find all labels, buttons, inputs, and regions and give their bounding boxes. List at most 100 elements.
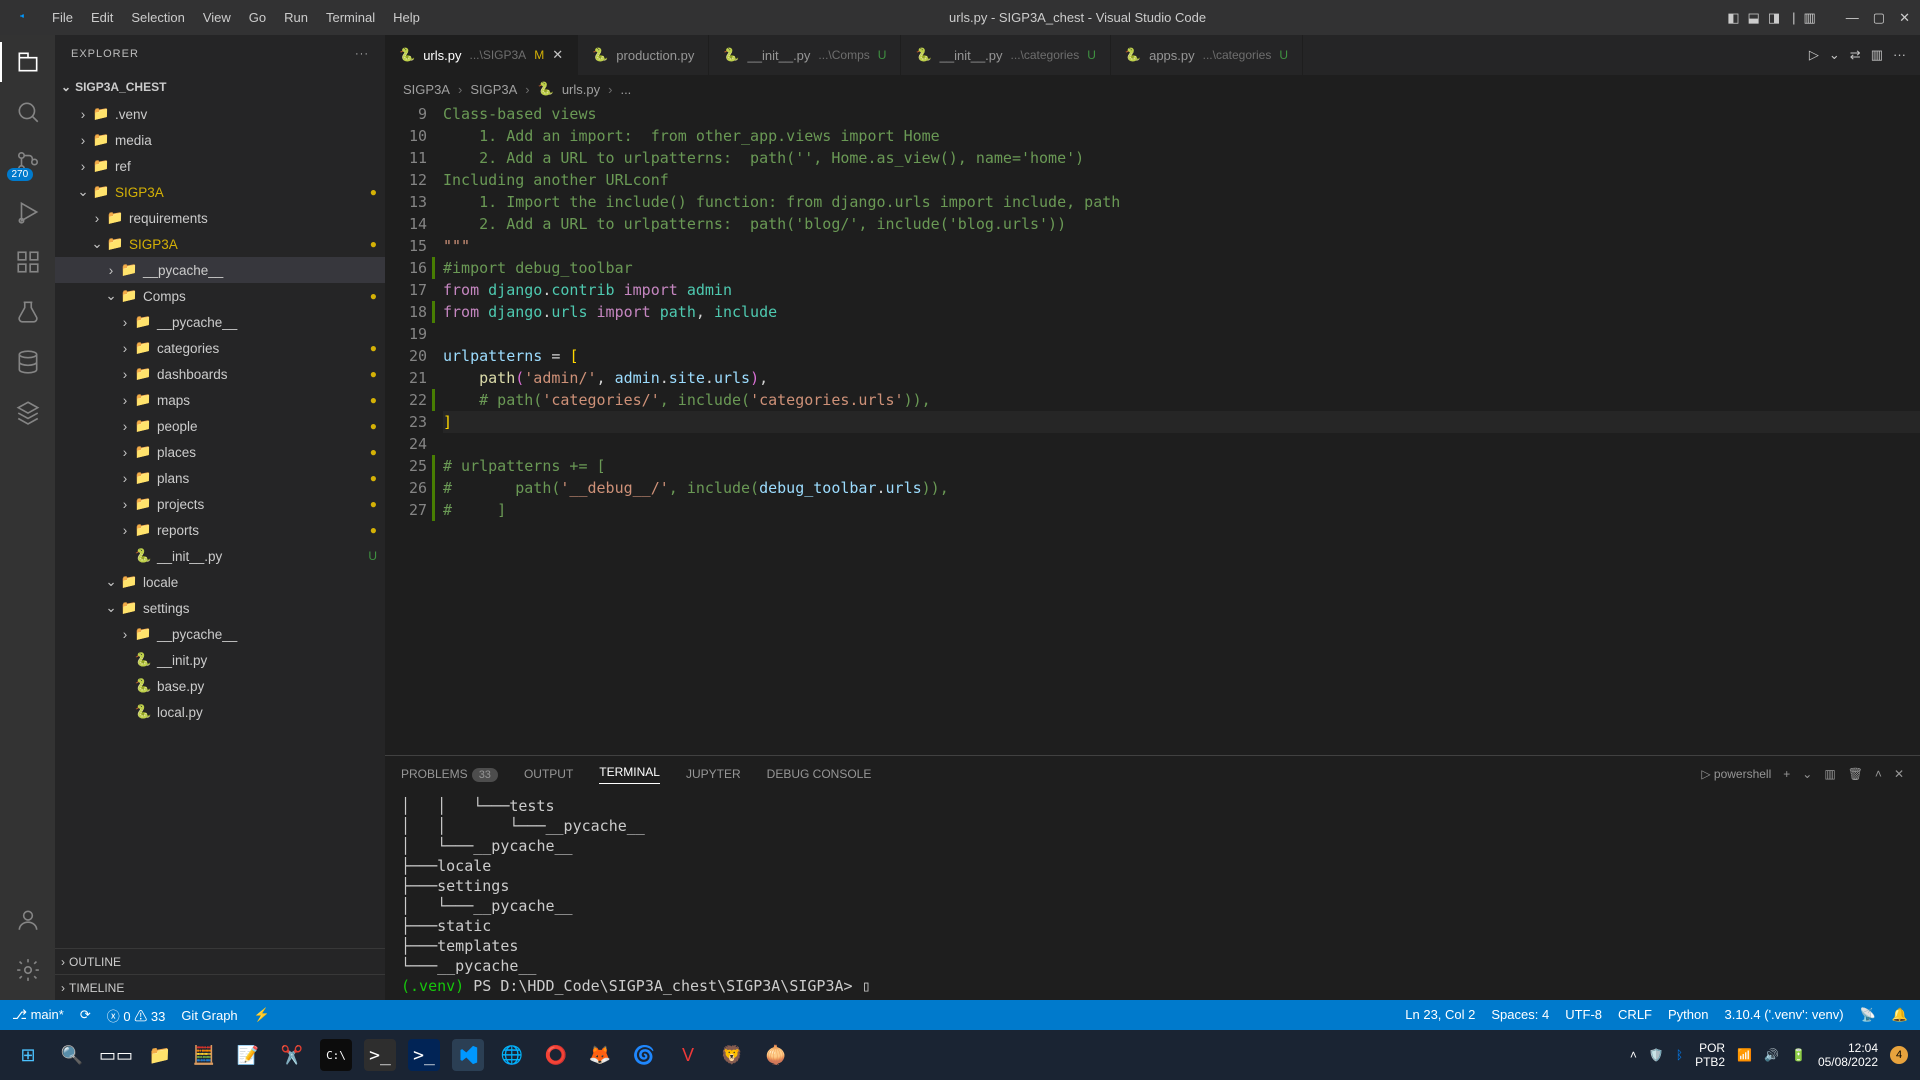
tree-item[interactable]: ›📁__pycache__	[55, 257, 385, 283]
start-button[interactable]: ⊞	[12, 1039, 44, 1071]
tab-close-icon[interactable]: ✕	[552, 47, 563, 63]
menu-go[interactable]: Go	[241, 6, 274, 29]
terminal-shell-label[interactable]: ▷ powershell	[1701, 767, 1771, 781]
snipping-icon[interactable]: ✂️	[276, 1039, 308, 1071]
project-header[interactable]: ⌄SIGP3A_CHEST	[55, 73, 385, 101]
edge-icon[interactable]: 🌀	[628, 1039, 660, 1071]
taskbar-search-icon[interactable]: 🔍	[56, 1039, 88, 1071]
tray-chevron-icon[interactable]: ˄	[1630, 1048, 1637, 1062]
tree-item[interactable]: ⌄📁locale	[55, 569, 385, 595]
tree-item[interactable]: 🐍base.py	[55, 673, 385, 699]
panel-close-icon[interactable]: ✕	[1894, 767, 1904, 781]
menu-run[interactable]: Run	[276, 6, 316, 29]
tray-volume-icon[interactable]: 🔊	[1764, 1048, 1779, 1062]
layout-sidebar-left-icon[interactable]: ◧	[1727, 10, 1739, 26]
panel-tab-debug[interactable]: DEBUG CONSOLE	[767, 767, 872, 781]
tree-item[interactable]: ›📁__pycache__	[55, 621, 385, 647]
vivaldi-icon[interactable]: V	[672, 1039, 704, 1071]
status-lang[interactable]: Python	[1668, 1007, 1708, 1023]
terminal-content[interactable]: │ │ └───tests│ │ └───__pycache__│ └───__…	[385, 792, 1920, 1000]
tor-icon[interactable]: 🧅	[760, 1039, 792, 1071]
layout-sidebar-right-icon[interactable]: ◨	[1768, 10, 1780, 26]
kill-terminal-icon[interactable]: 🗑	[1848, 767, 1863, 781]
tree-item[interactable]: ⌄📁settings	[55, 595, 385, 621]
tree-item[interactable]: ›📁maps●	[55, 387, 385, 413]
status-feedback-icon[interactable]: 📡	[1860, 1007, 1876, 1023]
notepad-icon[interactable]: 📝	[232, 1039, 264, 1071]
new-terminal-icon[interactable]: +	[1783, 767, 1790, 781]
cmd-icon[interactable]: C:\	[320, 1039, 352, 1071]
run-debug-icon[interactable]	[13, 197, 43, 227]
tree-item[interactable]: ›📁__pycache__	[55, 309, 385, 335]
menu-edit[interactable]: Edit	[83, 6, 121, 29]
timeline-section[interactable]: ›TIMELINE	[55, 974, 385, 1000]
status-prettier-icon[interactable]: ⚡	[254, 1007, 270, 1023]
tray-bluetooth-icon[interactable]: ᛒ	[1676, 1048, 1683, 1062]
tree-item[interactable]: ⌄📁Comps●	[55, 283, 385, 309]
calculator-icon[interactable]: 🧮	[188, 1039, 220, 1071]
tree-item[interactable]: ›📁media	[55, 127, 385, 153]
layout-customize-icon[interactable]: ▥	[1804, 10, 1816, 26]
tree-item[interactable]: ›📁plans●	[55, 465, 385, 491]
tree-item[interactable]: ›📁categories●	[55, 335, 385, 361]
maximize-button[interactable]: ▢	[1873, 10, 1885, 26]
brave-icon[interactable]: 🦁	[716, 1039, 748, 1071]
status-gitgraph[interactable]: Git Graph	[181, 1008, 237, 1023]
status-cursor[interactable]: Ln 23, Col 2	[1405, 1007, 1475, 1023]
tree-item[interactable]: ›📁requirements	[55, 205, 385, 231]
search-icon[interactable]	[13, 97, 43, 127]
tray-wifi-icon[interactable]: 📶	[1737, 1048, 1752, 1062]
editor-tab[interactable]: 🐍__init__.py...\categoriesU	[901, 35, 1110, 75]
status-sync-icon[interactable]: ⟳	[80, 1007, 91, 1023]
menu-view[interactable]: View	[195, 6, 239, 29]
run-icon[interactable]: ▷	[1809, 47, 1819, 63]
more-icon[interactable]: ···	[355, 48, 369, 60]
status-problems[interactable]: ⓧ 0 ⚠ 33	[107, 1006, 166, 1025]
task-view-icon[interactable]: ▭▭	[100, 1039, 132, 1071]
menu-file[interactable]: File	[44, 6, 81, 29]
tree-item[interactable]: 🐍__init.py	[55, 647, 385, 673]
status-branch[interactable]: ⎇ main*	[12, 1007, 64, 1023]
split-editor-icon[interactable]: ▥	[1871, 47, 1883, 63]
panel-tab-terminal[interactable]: TERMINAL	[599, 765, 660, 784]
explorer-icon[interactable]	[13, 47, 43, 77]
panel-maximize-icon[interactable]: ˄	[1875, 767, 1882, 781]
run-dropdown-icon[interactable]: ⌄	[1829, 47, 1840, 63]
status-indent[interactable]: Spaces: 4	[1491, 1007, 1549, 1023]
layers-icon[interactable]	[13, 397, 43, 427]
status-encoding[interactable]: UTF-8	[1565, 1007, 1602, 1023]
vscode-icon[interactable]	[452, 1039, 484, 1071]
powershell-icon[interactable]: >_	[408, 1039, 440, 1071]
menu-terminal[interactable]: Terminal	[318, 6, 383, 29]
editor-tab[interactable]: 🐍production.py	[578, 35, 709, 75]
code-editor[interactable]: 9101112131415161718192021222324252627 Cl…	[385, 103, 1920, 755]
chrome-icon[interactable]: 🌐	[496, 1039, 528, 1071]
close-button[interactable]: ✕	[1899, 10, 1910, 26]
panel-tab-jupyter[interactable]: JUPYTER	[686, 767, 741, 781]
testing-icon[interactable]	[13, 297, 43, 327]
terminal-icon[interactable]: >_	[364, 1039, 396, 1071]
extensions-icon[interactable]	[13, 247, 43, 277]
panel-tab-problems[interactable]: PROBLEMS33	[401, 767, 498, 781]
tray-clock[interactable]: 12:0405/08/2022	[1818, 1041, 1878, 1069]
tree-item[interactable]: ›📁people●	[55, 413, 385, 439]
source-control-icon[interactable]: 270	[13, 147, 43, 177]
tree-item[interactable]: ›📁ref	[55, 153, 385, 179]
tree-item[interactable]: ›📁reports●	[55, 517, 385, 543]
tree-item[interactable]: ›📁projects●	[55, 491, 385, 517]
more-actions-icon[interactable]: ···	[1893, 47, 1906, 63]
tree-item[interactable]: ›📁.venv	[55, 101, 385, 127]
firefox-icon[interactable]: 🦊	[584, 1039, 616, 1071]
tray-notifications[interactable]: 4	[1890, 1046, 1908, 1064]
tree-item[interactable]: ›📁dashboards●	[55, 361, 385, 387]
status-interpreter[interactable]: 3.10.4 ('.venv': venv)	[1724, 1007, 1843, 1023]
outline-section[interactable]: ›OUTLINE	[55, 948, 385, 974]
editor-tab[interactable]: 🐍apps.py...\categoriesU	[1111, 35, 1303, 75]
database-icon[interactable]	[13, 347, 43, 377]
tree-item[interactable]: ⌄📁SIGP3A●	[55, 179, 385, 205]
tree-item[interactable]: 🐍local.py	[55, 699, 385, 725]
tree-item[interactable]: ⌄📁SIGP3A●	[55, 231, 385, 257]
panel-tab-output[interactable]: OUTPUT	[524, 767, 573, 781]
opera-icon[interactable]: ⭕	[540, 1039, 572, 1071]
settings-gear-icon[interactable]	[13, 955, 43, 985]
